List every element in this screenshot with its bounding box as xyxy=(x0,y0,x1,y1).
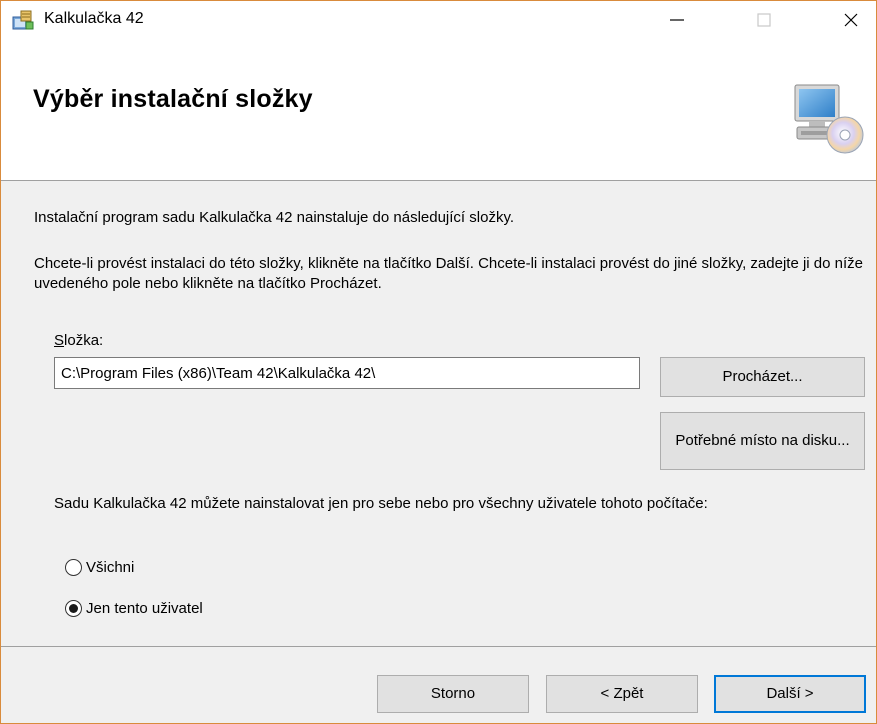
radio-all-indicator[interactable] xyxy=(65,559,82,576)
radio-all-label: Všichni xyxy=(86,559,135,576)
radio-me-label: Jen tento uživatel xyxy=(86,600,203,617)
title-bar[interactable]: Kalkulačka 42 xyxy=(1,1,876,39)
wizard-body: Instalační program sadu Kalkulačka 42 na… xyxy=(1,182,876,645)
radio-all-users[interactable]: Všichni xyxy=(65,559,134,576)
installer-window: Kalkulačka 42 Výběr instalační složky In… xyxy=(0,0,877,724)
computer-disc-icon xyxy=(789,79,865,155)
close-button[interactable] xyxy=(828,1,874,39)
back-button[interactable]: < Zpět xyxy=(546,675,698,713)
maximize-icon xyxy=(757,13,771,27)
folder-path-input[interactable] xyxy=(54,357,640,389)
page-title: Výběr instalační složky xyxy=(33,85,313,113)
folder-label: Složka: xyxy=(54,332,103,349)
wizard-footer: Storno < Zpět Další > xyxy=(1,646,876,723)
install-for-text: Sadu Kalkulačka 42 můžete nainstalovat j… xyxy=(54,495,708,512)
intro-text: Instalační program sadu Kalkulačka 42 na… xyxy=(34,209,514,226)
cancel-button[interactable]: Storno xyxy=(377,675,529,713)
disk-space-button[interactable]: Potřebné místo na disku... xyxy=(660,412,865,470)
minimize-icon xyxy=(670,19,684,21)
next-button[interactable]: Další > xyxy=(714,675,866,713)
installer-icon xyxy=(11,9,35,31)
maximize-button[interactable] xyxy=(741,1,787,39)
browse-button[interactable]: Procházet... xyxy=(660,357,865,397)
instructions-text: Chcete-li provést instalaci do této slož… xyxy=(34,255,863,292)
radio-current-user[interactable]: Jen tento uživatel xyxy=(65,600,203,617)
folder-label-mnemonic: S xyxy=(54,332,65,349)
wizard-header: Výběr instalační složky xyxy=(1,39,876,181)
folder-label-rest: ložka: xyxy=(64,332,104,349)
window-title: Kalkulačka 42 xyxy=(44,10,144,27)
minimize-button[interactable] xyxy=(654,1,700,39)
close-icon xyxy=(844,13,858,27)
radio-me-indicator[interactable] xyxy=(65,600,82,617)
